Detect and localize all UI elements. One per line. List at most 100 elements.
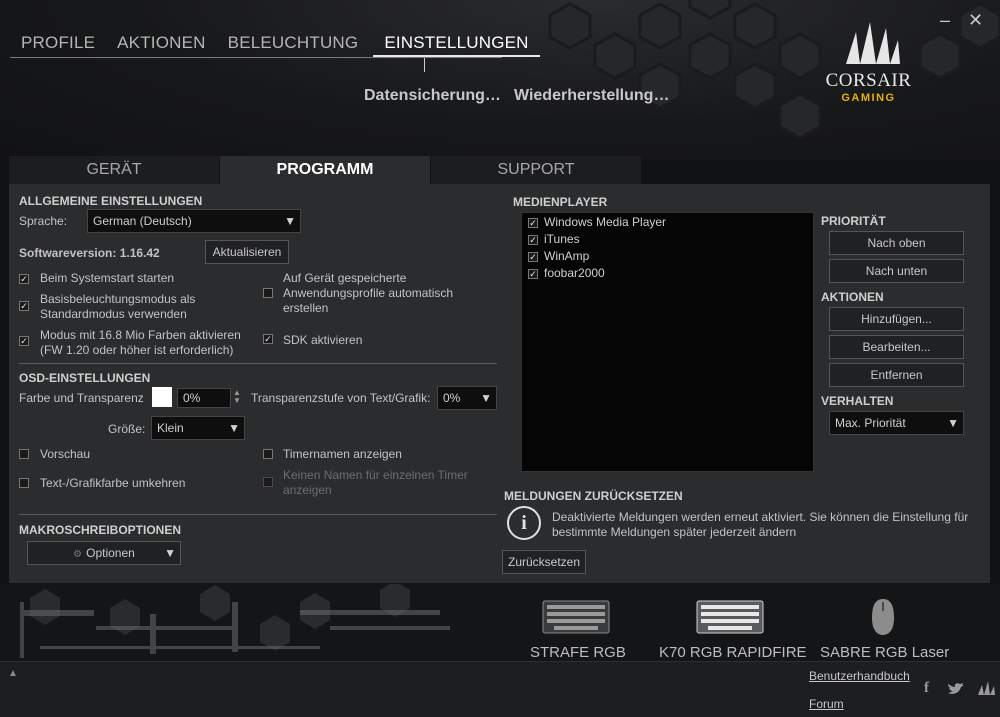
options-button[interactable]: ⚙ Optionen ▼	[27, 541, 181, 565]
device-strafe[interactable]: STRAFE RGB	[530, 644, 626, 661]
add-button[interactable]: Hinzufügen...	[829, 307, 964, 331]
text-transparency-label: Transparenzstufe von Text/Grafik:	[251, 391, 431, 405]
twitter-icon[interactable]	[947, 682, 965, 696]
edit-button[interactable]: Bearbeiten...	[829, 335, 964, 359]
forum-link[interactable]: Forum	[809, 697, 844, 711]
media-name: WinAmp	[544, 249, 590, 263]
user-manual-link[interactable]: Benutzerhandbuch	[809, 669, 910, 683]
macro-heading: MAKROSCHREIBOPTIONEN	[19, 523, 182, 537]
collapse-arrow-icon[interactable]: ▲	[8, 668, 18, 679]
actions-heading: AKTIONEN	[821, 290, 884, 304]
settings-panel: ALLGEMEINE EINSTELLUNGEN Sprache: German…	[9, 184, 990, 583]
language-value: German (Deutsch)	[93, 214, 192, 228]
text-transparency-value: 0%	[443, 391, 461, 405]
close-icon[interactable]: ✕	[968, 10, 983, 31]
size-value: Klein	[157, 421, 184, 435]
tab-lighting[interactable]: BELEUCHTUNG	[217, 32, 370, 57]
gear-icon: ⚙	[73, 549, 83, 560]
no-name-checkbox[interactable]	[263, 477, 273, 487]
spinner-arrows-icon[interactable]: ▲ ▼	[233, 389, 241, 405]
main-navigation: PROFILE AKTIONEN BELEUCHTUNG EINSTELLUNG…	[10, 32, 540, 58]
color-mode-label: Modus mit 16.8 Mio Farben aktivieren (FW…	[40, 328, 241, 357]
auto-profiles-checkbox[interactable]	[263, 288, 273, 298]
transparency-value: 0%	[183, 391, 201, 405]
sdk-checkbox[interactable]: ✓	[263, 334, 273, 344]
media-checkbox[interactable]: ✓	[528, 218, 538, 228]
media-checkbox[interactable]: ✓	[528, 252, 538, 262]
timer-names-checkbox[interactable]	[263, 449, 273, 459]
update-button[interactable]: Aktualisieren	[205, 240, 289, 264]
media-name: Windows Media Player	[544, 215, 667, 229]
media-player-list[interactable]: ✓ Windows Media Player ✓ iTunes ✓ WinAmp…	[521, 212, 814, 472]
invert-checkbox[interactable]	[19, 478, 29, 488]
keyboard-icon[interactable]	[542, 600, 610, 634]
device-sabre[interactable]: SABRE RGB Laser	[820, 644, 949, 661]
base-lighting-checkbox[interactable]: ✓	[19, 301, 29, 311]
reset-heading: MELDUNGEN ZURÜCKSETZEN	[504, 489, 683, 503]
size-select[interactable]: Klein ▼	[151, 416, 245, 440]
minimize-icon[interactable]: –	[940, 10, 950, 31]
priority-heading: PRIORITÄT	[821, 214, 886, 228]
timer-names-label: Timernamen anzeigen	[283, 447, 402, 461]
device-k70[interactable]: K70 RGB RAPIDFIRE	[659, 644, 807, 661]
transparency-input[interactable]: 0%	[177, 388, 231, 408]
osd-heading: OSD-EINSTELLUNGEN	[19, 371, 151, 385]
tab-support[interactable]: SUPPORT	[431, 156, 641, 184]
device-strip: STRAFE RGB K70 RGB RAPIDFIRE SABRE RGB L…	[0, 584, 1000, 661]
behavior-select[interactable]: Max. Priorität ▼	[829, 411, 964, 435]
media-checkbox[interactable]: ✓	[528, 235, 538, 245]
sdk-label: SDK aktivieren	[283, 333, 363, 347]
tab-indicator	[424, 58, 425, 72]
invert-label: Text-/Grafikfarbe umkehren	[40, 476, 186, 490]
color-swatch[interactable]	[152, 387, 172, 407]
tab-actions[interactable]: AKTIONEN	[106, 32, 217, 57]
media-name: foobar2000	[544, 266, 605, 280]
dropdown-arrow-icon: ▼	[947, 416, 959, 430]
tab-program[interactable]: PROGRAMM	[220, 156, 430, 184]
reset-description: Deaktivierte Meldungen werden erneut akt…	[552, 510, 969, 539]
facebook-icon[interactable]: f	[924, 680, 929, 697]
media-checkbox[interactable]: ✓	[528, 269, 538, 279]
divider	[19, 514, 497, 515]
base-lighting-label: Basisbeleuchtungsmodus als Standardmodus…	[40, 292, 196, 321]
dropdown-arrow-icon: ▼	[164, 546, 176, 560]
reset-button[interactable]: Zurücksetzen	[502, 550, 586, 574]
move-up-button[interactable]: Nach oben	[829, 231, 964, 255]
language-select[interactable]: German (Deutsch) ▼	[87, 209, 301, 233]
color-mode-checkbox[interactable]: ✓	[19, 336, 29, 346]
device-background-art	[20, 584, 450, 658]
dropdown-arrow-icon: ▼	[284, 214, 296, 228]
autostart-checkbox[interactable]: ✓	[19, 274, 29, 284]
autostart-label: Beim Systemstart starten	[40, 271, 175, 285]
tab-device[interactable]: GERÄT	[9, 156, 219, 184]
sails-icon	[846, 22, 900, 64]
keyboard-icon[interactable]	[696, 600, 764, 634]
backup-link[interactable]: Datensicherung…	[364, 87, 501, 105]
divider	[19, 363, 497, 364]
restore-link[interactable]: Wiederherstellung…	[514, 87, 669, 105]
text-transparency-select[interactable]: 0% ▼	[437, 386, 497, 410]
general-heading: ALLGEMEINE EINSTELLUNGEN	[19, 194, 203, 208]
corsair-logo: CORSAIR GAMING	[816, 18, 921, 108]
tab-settings[interactable]: EINSTELLUNGEN	[373, 32, 540, 57]
behavior-value: Max. Priorität	[835, 416, 906, 430]
panel-tabs: GERÄT PROGRAMM SUPPORT	[9, 156, 642, 184]
options-button-label: Optionen	[86, 546, 135, 560]
size-label: Größe:	[108, 422, 146, 436]
preview-checkbox[interactable]	[19, 449, 29, 459]
dropdown-arrow-icon: ▼	[480, 391, 492, 405]
tab-profile[interactable]: PROFILE	[10, 32, 106, 57]
behavior-heading: VERHALTEN	[821, 394, 894, 408]
corsair-icon[interactable]	[976, 680, 996, 696]
media-heading: MEDIENPLAYER	[513, 195, 608, 209]
remove-button[interactable]: Entfernen	[829, 363, 964, 387]
mouse-icon[interactable]	[870, 598, 896, 636]
media-name: iTunes	[544, 232, 580, 246]
software-version: Softwareversion: 1.16.42	[19, 246, 160, 260]
move-down-button[interactable]: Nach unten	[829, 259, 964, 283]
brand-name: CORSAIR	[825, 70, 912, 91]
auto-profiles-label: Auf Gerät gespeicherte Anwendungsprofile…	[283, 271, 454, 315]
info-icon: i	[507, 506, 541, 540]
no-name-label: Keinen Namen für einzelnen Timer anzeige…	[283, 468, 468, 497]
color-transparency-label: Farbe und Transparenz	[19, 391, 144, 405]
